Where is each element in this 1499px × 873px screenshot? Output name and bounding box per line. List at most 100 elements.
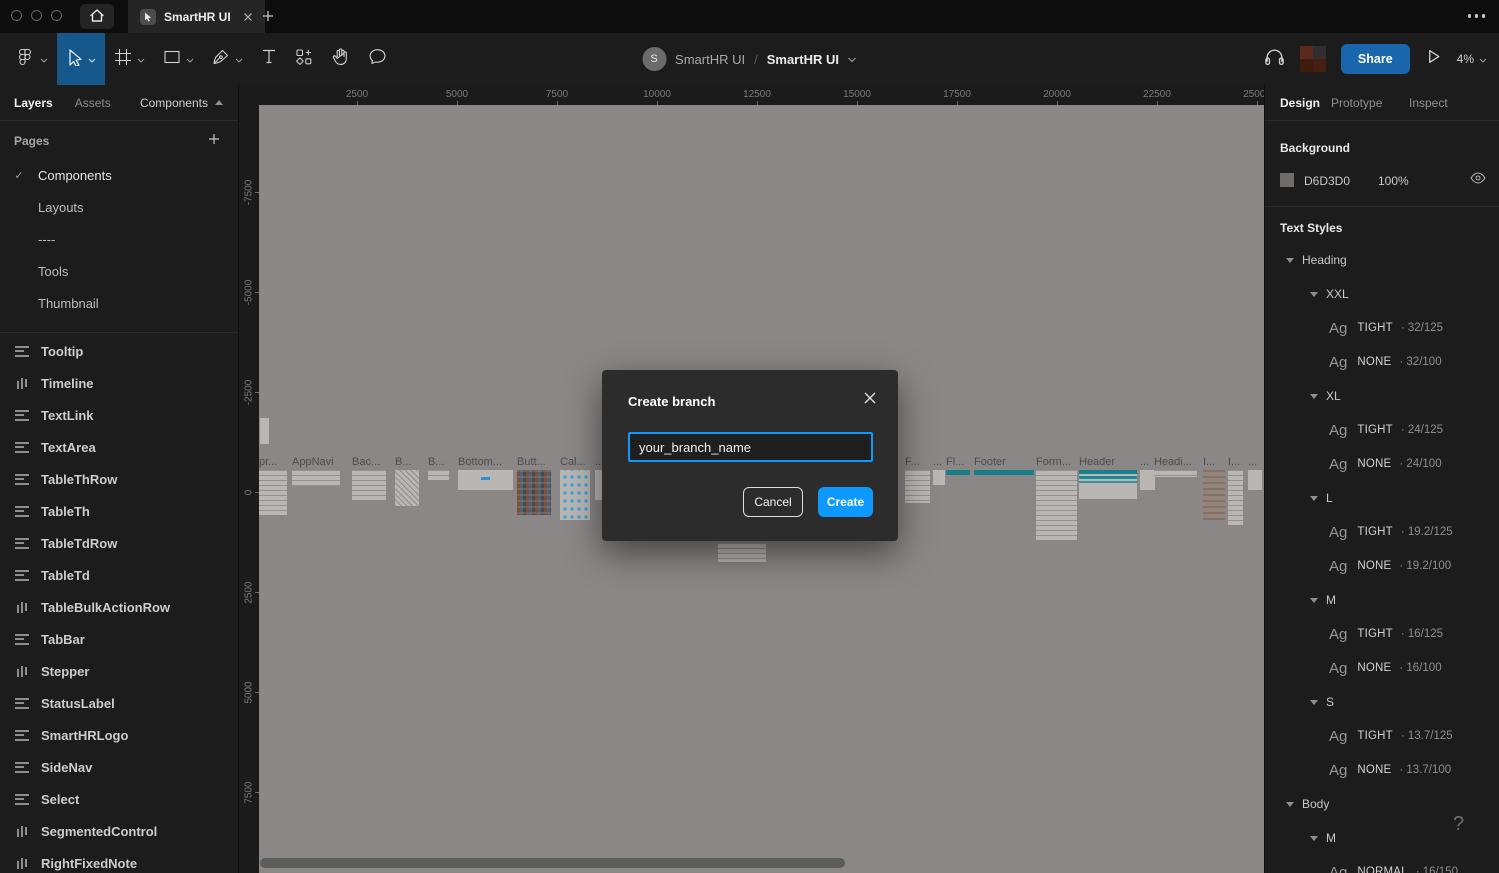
present-play-icon[interactable] bbox=[1425, 48, 1442, 70]
canvas-frame-label[interactable]: I... bbox=[1203, 456, 1215, 468]
overflow-menu-icon[interactable] bbox=[1468, 14, 1486, 18]
text-style-group[interactable]: L bbox=[1265, 481, 1499, 515]
canvas-frame-label[interactable]: Header bbox=[1079, 456, 1115, 468]
canvas-frame-label[interactable]: ... bbox=[1248, 456, 1257, 468]
canvas-frame[interactable] bbox=[1203, 470, 1225, 520]
help-icon[interactable]: ? bbox=[1453, 813, 1464, 836]
window-maximize-button[interactable] bbox=[51, 10, 62, 21]
component-item[interactable]: SmartHRLogo bbox=[0, 719, 239, 751]
canvas-frame-label[interactable]: Footer bbox=[974, 456, 1006, 468]
canvas-frame-label[interactable]: AppNavi bbox=[292, 456, 334, 468]
component-item[interactable]: SideNav bbox=[0, 751, 239, 783]
text-style-group[interactable]: XXL bbox=[1265, 277, 1499, 311]
chevron-down-icon[interactable] bbox=[186, 50, 194, 68]
canvas-frame[interactable] bbox=[395, 470, 419, 506]
canvas-frame[interactable] bbox=[974, 470, 1034, 475]
canvas-frame[interactable] bbox=[905, 470, 930, 503]
caret-down-icon[interactable] bbox=[1310, 700, 1318, 705]
canvas-frame[interactable] bbox=[1248, 470, 1262, 490]
canvas-frame[interactable] bbox=[560, 470, 590, 520]
window-close-button[interactable] bbox=[11, 10, 22, 21]
page-item[interactable]: Layouts bbox=[0, 191, 239, 223]
canvas-frame-label[interactable]: Headi... bbox=[1154, 456, 1192, 468]
text-style-item[interactable]: AgTIGHT· 19.2/125 bbox=[1265, 515, 1499, 549]
headphones-icon[interactable] bbox=[1264, 47, 1285, 71]
canvas-frame[interactable] bbox=[458, 470, 513, 490]
text-style-item[interactable]: AgTIGHT· 16/125 bbox=[1265, 617, 1499, 651]
caret-down-icon[interactable] bbox=[1310, 496, 1318, 501]
component-item[interactable]: TextArea bbox=[0, 431, 239, 463]
component-item[interactable]: Timeline bbox=[0, 367, 239, 399]
text-tool-button[interactable] bbox=[252, 33, 286, 85]
tab-close-icon[interactable] bbox=[243, 12, 253, 22]
breadcrumb-project[interactable]: SmartHR UI bbox=[675, 52, 745, 67]
caret-down-icon[interactable] bbox=[1310, 598, 1318, 603]
canvas-frame[interactable] bbox=[352, 470, 386, 500]
create-button[interactable]: Create bbox=[818, 487, 873, 517]
page-item[interactable]: Thumbnail bbox=[0, 287, 239, 319]
caret-down-icon[interactable] bbox=[1310, 836, 1318, 841]
text-style-item[interactable]: AgNONE· 24/100 bbox=[1265, 447, 1499, 481]
tab-design[interactable]: Design bbox=[1280, 96, 1320, 110]
canvas-frame[interactable] bbox=[933, 470, 945, 485]
component-item[interactable]: SegmentedControl bbox=[0, 815, 239, 847]
text-style-item[interactable]: AgNONE· 32/100 bbox=[1265, 345, 1499, 379]
component-item[interactable]: TableThRow bbox=[0, 463, 239, 495]
canvas-frame-label[interactable]: ... bbox=[1140, 456, 1149, 468]
canvas-frame[interactable] bbox=[1228, 470, 1243, 525]
component-item[interactable]: TableTh bbox=[0, 495, 239, 527]
text-style-item[interactable]: AgNONE· 13.7/100 bbox=[1265, 753, 1499, 787]
text-style-item[interactable]: AgNONE· 16/100 bbox=[1265, 651, 1499, 685]
canvas-frame-label[interactable]: F... bbox=[905, 456, 920, 468]
text-style-item[interactable]: AgTIGHT· 24/125 bbox=[1265, 413, 1499, 447]
component-item[interactable]: Select bbox=[0, 783, 239, 815]
caret-down-icon[interactable] bbox=[1310, 394, 1318, 399]
caret-down-icon[interactable] bbox=[1286, 258, 1294, 263]
component-item[interactable]: Tooltip bbox=[0, 335, 239, 367]
page-item[interactable]: Tools bbox=[0, 255, 239, 287]
canvas-frame[interactable] bbox=[517, 470, 551, 515]
caret-down-icon[interactable] bbox=[1310, 292, 1318, 297]
canvas-frame[interactable] bbox=[946, 470, 970, 475]
text-style-item[interactable]: AgNONE· 19.2/100 bbox=[1265, 549, 1499, 583]
text-style-item[interactable]: AgNORMAL· 16/150 bbox=[1265, 855, 1499, 873]
comment-tool-button[interactable] bbox=[359, 33, 396, 85]
component-item[interactable]: TextLink bbox=[0, 399, 239, 431]
text-style-item[interactable]: AgTIGHT· 32/125 bbox=[1265, 311, 1499, 345]
shape-tool-button[interactable] bbox=[154, 33, 203, 85]
component-item[interactable]: TableBulkActionRow bbox=[0, 591, 239, 623]
canvas-frame[interactable] bbox=[259, 470, 287, 515]
eye-icon[interactable] bbox=[1470, 172, 1486, 184]
page-selector[interactable]: Components bbox=[140, 96, 223, 110]
canvas-frame[interactable] bbox=[1079, 470, 1137, 499]
new-tab-button[interactable] bbox=[262, 10, 274, 22]
canvas-frame-label[interactable]: Fl... bbox=[946, 456, 964, 468]
canvas-frame-label[interactable]: Bac... bbox=[352, 456, 380, 468]
tab-inspect[interactable]: Inspect bbox=[1409, 96, 1448, 110]
canvas-frame[interactable] bbox=[292, 470, 340, 486]
breadcrumb-file-name[interactable]: SmartHR UI bbox=[767, 52, 839, 67]
component-item[interactable]: StatusLabel bbox=[0, 687, 239, 719]
component-item[interactable]: TabBar bbox=[0, 623, 239, 655]
home-button[interactable] bbox=[80, 4, 114, 29]
chevron-down-icon[interactable] bbox=[235, 50, 243, 68]
text-style-item[interactable]: AgTIGHT· 13.7/125 bbox=[1265, 719, 1499, 753]
canvas-frame[interactable] bbox=[1140, 470, 1155, 490]
close-icon[interactable] bbox=[863, 391, 877, 405]
window-minimize-button[interactable] bbox=[31, 10, 42, 21]
horizontal-scrollbar[interactable] bbox=[260, 858, 845, 868]
file-tab[interactable]: SmartHR UI bbox=[128, 0, 265, 33]
component-item[interactable]: TableTdRow bbox=[0, 527, 239, 559]
frame-tool-button[interactable] bbox=[105, 33, 154, 85]
background-hex-value[interactable]: D6D3D0 bbox=[1304, 174, 1350, 188]
canvas-frame[interactable] bbox=[260, 418, 269, 444]
chevron-down-icon[interactable] bbox=[137, 50, 145, 68]
zoom-control[interactable]: 4% bbox=[1457, 52, 1487, 66]
page-item[interactable]: ---- bbox=[0, 223, 239, 255]
move-tool-button[interactable] bbox=[57, 33, 105, 85]
page-item[interactable]: ✓Components bbox=[0, 159, 239, 191]
main-menu-button[interactable] bbox=[6, 33, 57, 85]
background-color-swatch[interactable] bbox=[1280, 173, 1294, 187]
canvas-frame[interactable] bbox=[1154, 470, 1197, 477]
tab-assets[interactable]: Assets bbox=[75, 96, 111, 110]
